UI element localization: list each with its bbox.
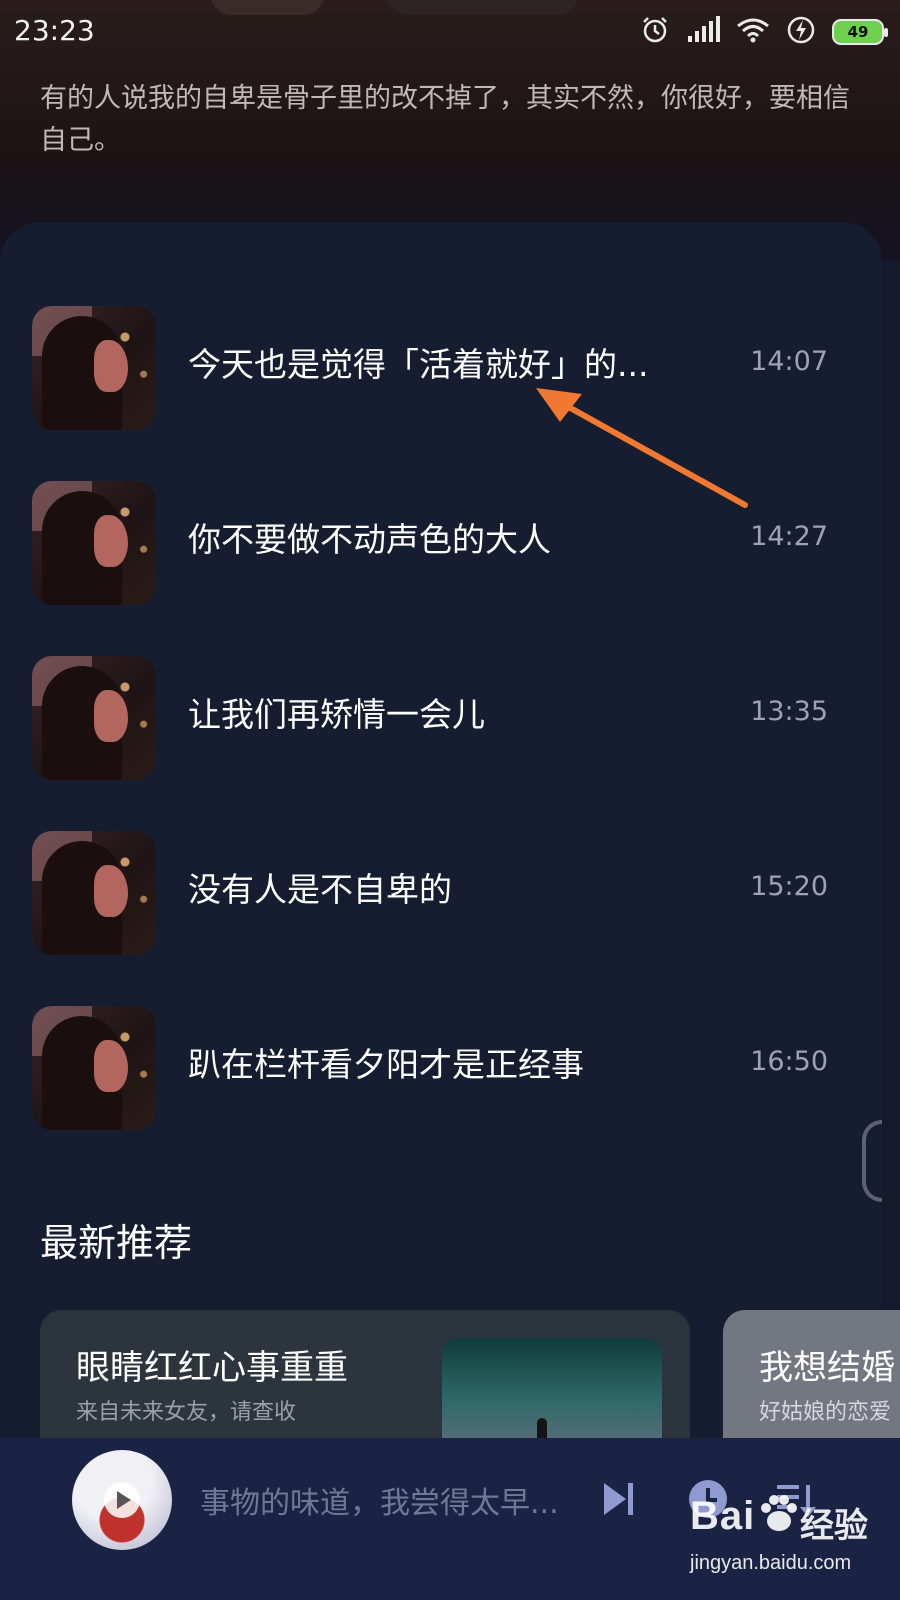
watermark-cn: 经验 [800,1506,868,1546]
wifi-icon [736,16,770,48]
status-bar: 23:23 49 [0,0,900,62]
next-track-button[interactable] [593,1474,643,1524]
alarm-icon [640,15,670,49]
item-title: 没有人是不自卑的 [188,870,452,909]
item-time: 14:27 [750,521,828,552]
skip-next-icon [604,1483,633,1515]
item-time: 13:35 [750,696,828,727]
item-title: 让我们再矫情一会儿 [188,695,485,734]
battery-icon: 49 [832,19,888,45]
card-title: 我想结婚 [759,1348,895,1388]
item-thumbnail [32,831,156,955]
baidu-paw-icon [761,1495,797,1531]
status-icons: 49 [640,14,888,50]
card-title: 眼睛红红心事重重 [76,1348,348,1388]
item-thumbnail [32,481,156,605]
baidu-watermark: Bai 经验 jingyan.baidu.com [690,1480,890,1590]
watermark-logo: Bai [690,1494,756,1538]
item-thumbnail [32,1006,156,1130]
status-time: 23:23 [14,14,95,47]
item-time: 14:07 [750,346,828,377]
card-subtitle: 好姑娘的恋爱 [759,1400,892,1425]
item-title: 趴在栏杆看夕阳才是正经事 [188,1045,584,1084]
card-subtitle: 来自未来女友，请查收 [76,1400,297,1425]
player-cover[interactable] [72,1450,172,1550]
list-item[interactable]: 没有人是不自卑的 15:20 [0,825,882,1000]
now-playing-title[interactable]: 事物的味道，我尝得太早... [200,1478,590,1522]
list-item[interactable]: 让我们再矫情一会儿 13:35 [0,650,882,825]
item-title: 你不要做不动声色的大人 [188,520,551,559]
signal-icon [686,16,720,48]
side-drawer-handle[interactable] [862,1120,882,1202]
annotation-arrow-icon [536,388,748,508]
list-item[interactable]: 趴在栏杆看夕阳才是正经事 16:50 [0,1000,882,1175]
charging-icon [786,15,816,49]
item-time: 15:20 [750,871,828,902]
watermark-url: jingyan.baidu.com [690,1552,852,1574]
item-time: 16:50 [750,1046,828,1077]
header-quote: 有的人说我的自卑是骨子里的改不掉了，其实不然，你很好，要相信自己。 [40,83,850,156]
item-thumbnail [32,656,156,780]
item-thumbnail [32,306,156,430]
play-icon[interactable] [104,1482,140,1518]
section-title: 最新推荐 [40,1221,193,1265]
